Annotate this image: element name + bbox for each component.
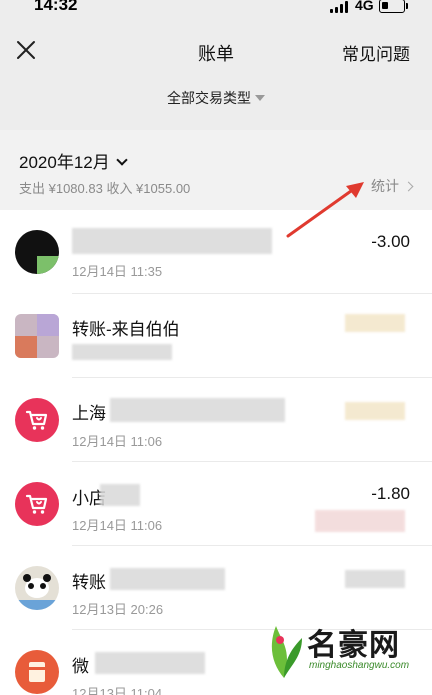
transaction-row[interactable]: 12月14日 11:35 -3.00 [0, 210, 432, 294]
stats-button[interactable]: 统计 [371, 176, 414, 196]
chevron-down-icon [116, 154, 128, 166]
stats-label: 统计 [371, 178, 399, 194]
redaction-blur [110, 398, 285, 422]
shopping-cart-icon [25, 410, 48, 430]
month-label: 2020年12月 [19, 153, 110, 172]
shop-avatar [15, 482, 59, 526]
redaction-blur [315, 510, 405, 532]
transaction-time: 12月14日 11:06 [72, 518, 163, 533]
watermark-url: minghaoshangwu.com [309, 660, 410, 671]
shopping-cart-icon [25, 494, 48, 514]
redaction-blur [100, 484, 140, 506]
transaction-title: 转账-来自伯伯 [72, 320, 180, 339]
month-totals: 支出 ¥1080.83 收入 ¥1055.00 [19, 181, 191, 196]
watermark-name: 名豪网 [307, 629, 400, 662]
redaction-blur [345, 570, 405, 588]
network-label: 4G [355, 0, 374, 13]
transaction-title: 上海 [72, 404, 106, 423]
status-time: 14:32 [34, 0, 78, 14]
leaf-logo-icon [271, 626, 302, 678]
redaction-blur [72, 228, 272, 254]
transaction-type-filter[interactable]: 全部交易类型 [0, 88, 432, 116]
redpacket-avatar [15, 650, 59, 694]
redaction-blur [345, 314, 405, 332]
transaction-amount: -3.00 [371, 232, 410, 251]
transaction-row[interactable]: 转账-来自伯伯 [0, 294, 432, 378]
battery-tip [406, 3, 408, 9]
transaction-time: 12月14日 11:06 [72, 434, 163, 449]
nav-bar: 账单 常见问题 [0, 28, 432, 76]
redaction-blur [72, 344, 172, 360]
transaction-title: 微 [72, 657, 89, 676]
filter-label: 全部交易类型 [167, 90, 251, 106]
avatar [15, 314, 59, 358]
transaction-row[interactable]: 小店 12月14日 11:06 -1.80 [0, 462, 432, 546]
transaction-time: 12月13日 20:26 [72, 602, 164, 617]
faq-button[interactable]: 常见问题 [342, 40, 410, 65]
battery-icon [379, 0, 405, 13]
transaction-time: 12月13日 11:04 [72, 686, 163, 695]
month-selector[interactable]: 2020年12月 [19, 148, 128, 173]
transaction-title: 转账 [72, 573, 106, 592]
caret-down-icon [255, 95, 265, 101]
shop-avatar [15, 398, 59, 442]
month-summary: 2020年12月 支出 ¥1080.83 收入 ¥1055.00 统计 [0, 130, 432, 210]
status-bar: 14:32 4G [0, 0, 432, 16]
redaction-blur [110, 568, 225, 590]
transaction-row[interactable]: 上海 12月14日 11:06 [0, 378, 432, 462]
panda-avatar [15, 566, 59, 610]
transaction-time: 12月14日 11:35 [72, 264, 163, 279]
redaction-blur [95, 652, 205, 674]
signal-icon [330, 1, 350, 13]
watermark: 名豪网 minghaoshangwu.com [262, 618, 422, 690]
redaction-blur [345, 402, 405, 420]
chevron-right-icon [403, 181, 414, 192]
transaction-amount: -1.80 [371, 484, 410, 503]
avatar [15, 230, 59, 274]
